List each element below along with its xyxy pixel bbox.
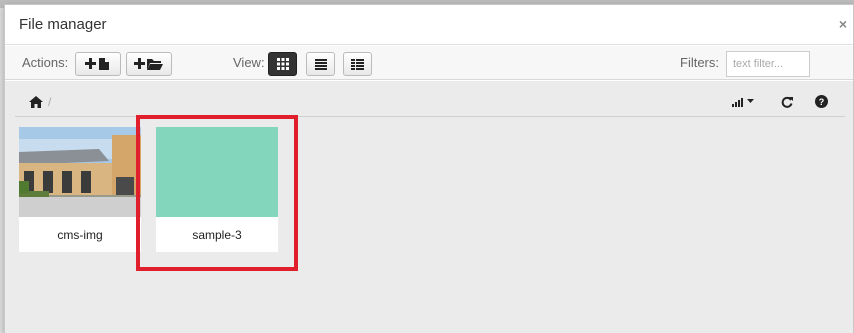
details-view-button[interactable] bbox=[343, 52, 372, 76]
file-tile-cms-img[interactable]: cms-img bbox=[19, 127, 141, 252]
refresh-button[interactable] bbox=[781, 95, 793, 113]
view-label: View: bbox=[233, 55, 265, 70]
breadcrumb: / ? bbox=[15, 89, 845, 117]
filters-label: Filters: bbox=[680, 55, 719, 70]
file-manager-dialog: File manager × Actions: View: Filters: t… bbox=[4, 4, 854, 333]
breadcrumb-separator: / bbox=[48, 95, 52, 109]
file-name-sample-3: sample-3 bbox=[192, 228, 242, 242]
actions-label: Actions: bbox=[22, 55, 69, 70]
dialog-title: File manager bbox=[19, 16, 107, 33]
signal-sort-icon bbox=[732, 98, 754, 107]
help-icon: ? bbox=[815, 95, 828, 108]
list-view-button[interactable] bbox=[306, 52, 335, 76]
table-list-icon bbox=[351, 58, 364, 70]
home-icon[interactable] bbox=[29, 96, 43, 108]
file-name-cms-img: cms-img bbox=[57, 228, 103, 242]
grid-view-button[interactable] bbox=[268, 52, 297, 76]
grid-icon bbox=[276, 58, 289, 70]
new-folder-button[interactable] bbox=[126, 52, 172, 76]
refresh-icon bbox=[781, 96, 793, 108]
help-button[interactable]: ? bbox=[815, 95, 828, 113]
add-folder-icon bbox=[134, 58, 163, 70]
text-filter-input[interactable] bbox=[726, 51, 810, 77]
sample-3-thumbnail bbox=[156, 127, 278, 217]
new-file-button[interactable] bbox=[75, 52, 121, 76]
dialog-title-bar: File manager × bbox=[5, 5, 853, 45]
cms-img-thumbnail bbox=[19, 127, 141, 217]
toolbar: Actions: View: Filters: text filter... bbox=[5, 46, 853, 80]
svg-text:?: ? bbox=[819, 97, 825, 107]
file-tile-sample-3[interactable]: sample-3 bbox=[156, 127, 278, 252]
list-icon bbox=[314, 58, 327, 70]
close-button[interactable]: × bbox=[839, 16, 847, 32]
add-file-icon bbox=[85, 58, 109, 70]
sort-dropdown-button[interactable] bbox=[732, 95, 758, 113]
file-browser-area: / ? cms-img sample-3 bbox=[5, 81, 853, 333]
